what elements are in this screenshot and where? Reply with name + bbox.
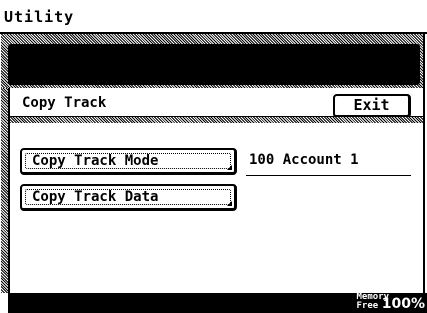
message-area [8,44,420,85]
status-bar: Memory Free 100% [8,293,427,313]
copy-track-mode-label: Copy Track Mode [32,153,159,169]
utility-screen: Utility Copy Track Exit Copy Track Mode … [0,0,427,313]
panel-side-pattern [1,88,8,293]
submenu-corner-icon [227,201,232,206]
panel-header-pattern [10,116,423,123]
memory-free-value: 100% [381,296,425,312]
exit-button[interactable]: Exit [333,94,411,118]
screen-title: Utility [4,8,75,26]
submenu-corner-icon [227,165,232,170]
copy-track-data-button[interactable]: Copy Track Data [20,184,237,211]
exit-button-label: Exit [353,96,390,114]
copy-track-mode-button[interactable]: Copy Track Mode [20,148,237,175]
copy-track-data-label: Copy Track Data [32,189,159,205]
copy-track-mode-value: 100 Account 1 [249,152,359,168]
mode-value-underline [246,175,411,176]
panel-title: Copy Track [22,95,107,111]
